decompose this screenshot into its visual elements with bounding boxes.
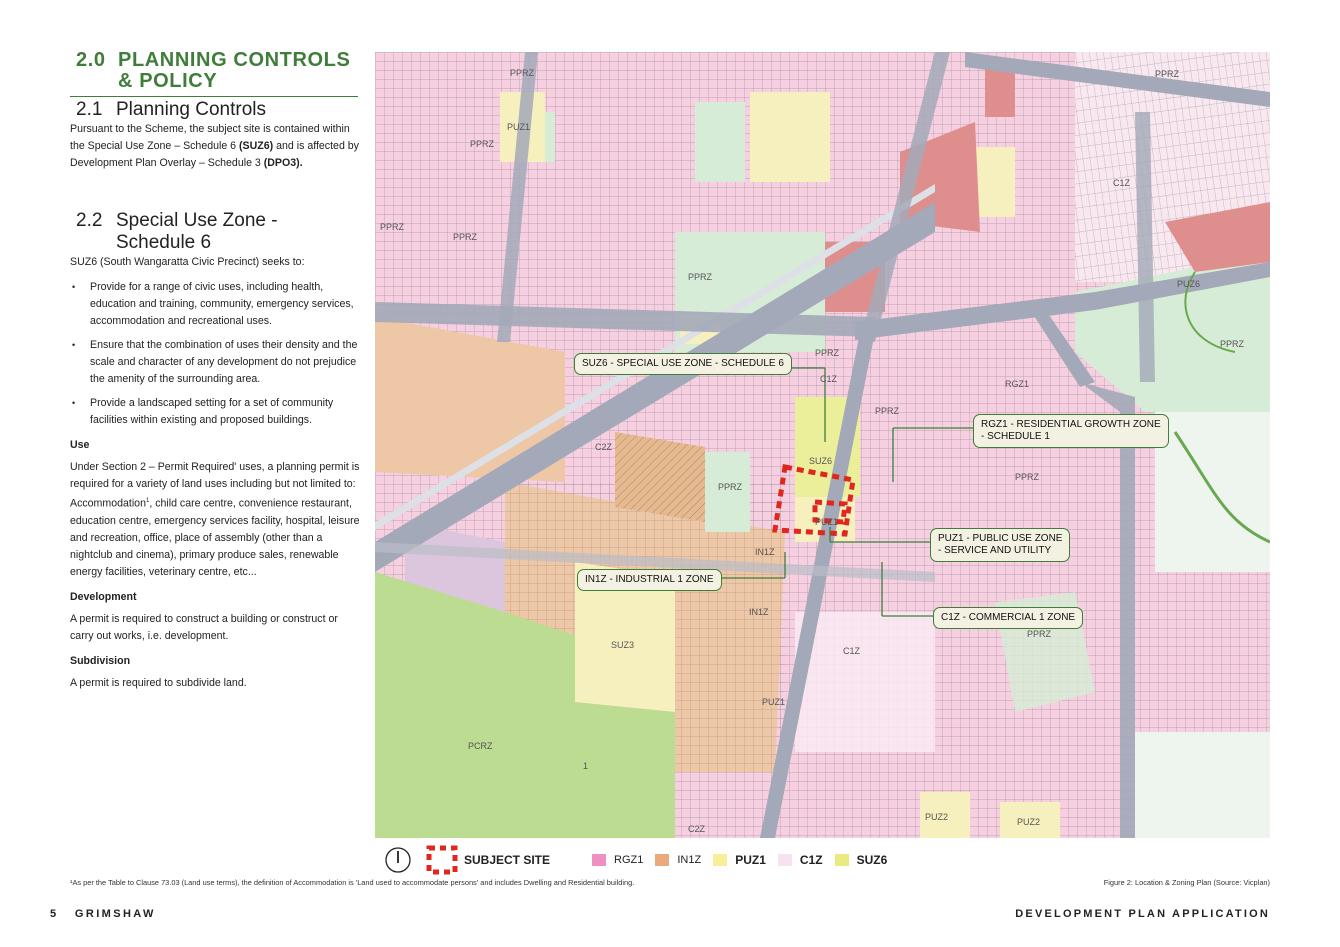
subsection-title: Planning Controls [116, 99, 266, 120]
figure-caption: Figure 2: Location & Zoning Plan (Source… [1103, 878, 1270, 887]
legend-item-in1z: IN1Z [655, 854, 701, 866]
map-label: C2Z [595, 442, 613, 452]
para-bold-dpo3: (DPO3). [263, 157, 303, 169]
callout-c1z: C1Z - COMMERCIAL 1 ZONE [933, 607, 1084, 629]
para-bold-suz6: (SUZ6) [239, 140, 274, 152]
footnote: ¹As per the Table to Clause 73.03 (Land … [70, 878, 635, 887]
subdivision-heading: Subdivision [70, 654, 131, 667]
map-label: PPRZ [1027, 629, 1052, 639]
map-label: PCRZ [468, 741, 493, 751]
list-item: Provide a landscaped setting for a set o… [70, 395, 360, 429]
map-label: C1Z [1113, 178, 1131, 188]
use-heading: Use [70, 439, 90, 451]
page-number: 5 [50, 908, 59, 920]
list-item: Provide for a range of civic uses, inclu… [70, 279, 360, 330]
map-label: RGZ1 [1005, 379, 1029, 389]
map-label: PPRZ [688, 272, 713, 282]
north-arrow-icon [385, 847, 411, 873]
legend-label: SUZ6 [856, 853, 888, 867]
callout-rgz1: RGZ1 - RESIDENTIAL GROWTH ZONE - SCHEDUL… [973, 414, 1169, 448]
footer-left: 5 GRIMSHAW [50, 908, 156, 920]
map-label: PPRZ [470, 139, 495, 149]
map-label: PPRZ [875, 406, 900, 416]
section-title-line1: PLANNING CONTROLS [118, 49, 351, 71]
callout-in1z: IN1Z - INDUSTRIAL 1 ZONE [577, 569, 722, 591]
section-rule [70, 96, 358, 97]
map-label: PUZ1 [762, 697, 785, 707]
map-label: SUZ3 [611, 640, 634, 650]
legend-swatch [777, 854, 792, 866]
map-label: PPRZ [510, 68, 535, 78]
legend-label: PUZ1 [735, 853, 766, 867]
subsection-heading-2-1: 2.1 Planning Controls [76, 99, 360, 121]
section-title-line2: & POLICY [118, 70, 218, 92]
callout-line: RGZ1 - RESIDENTIAL GROWTH ZONE [981, 419, 1161, 430]
map-legend: SUBJECT SITE RGZ1 IN1Z PUZ1 C1Z SUZ6 [384, 845, 899, 875]
section-heading: 2.0 PLANNING CONTROLS & POLICY [76, 50, 360, 92]
zoning-map: PPRZ PUZ1 PPRZ PPRZ PPRZ PPRZ C1Z PPRZ P… [375, 52, 1270, 838]
legend-item-rgz1: RGZ1 [592, 854, 643, 866]
list-item: Ensure that the combination of uses thei… [70, 337, 360, 388]
subsection-title-line1: Special Use Zone - [116, 210, 278, 231]
use-paragraph: Under Section 2 – Permit Required' uses,… [70, 459, 360, 581]
map-label: C1Z [843, 646, 861, 656]
callout-line: - SCHEDULE 1 [981, 431, 1050, 442]
map-label: C2Z [688, 824, 706, 834]
subsection-title-line2: Schedule 6 [116, 232, 212, 253]
map-label: PUZ6 [1177, 279, 1200, 289]
map-label: PPRZ [380, 222, 405, 232]
legend-item-puz1: PUZ1 [713, 853, 766, 867]
development-paragraph: A permit is required to construct a buil… [70, 612, 338, 642]
document-title: DEVELOPMENT PLAN APPLICATION [1015, 908, 1270, 920]
map-label: PPRZ [815, 348, 840, 358]
callout-puz1: PUZ1 - PUBLIC USE ZONE - SERVICE AND UTI… [930, 528, 1071, 562]
legend-item-suz6: SUZ6 [834, 853, 888, 867]
map-label: IN1Z [755, 547, 775, 557]
map-label: PPRZ [718, 482, 743, 492]
objectives-list: Provide for a range of civic uses, inclu… [70, 279, 360, 429]
legend-item-subject-site: SUBJECT SITE [426, 845, 550, 875]
map-label: 1 [583, 761, 588, 771]
legend-swatch [655, 854, 670, 866]
suz6-intro: SUZ6 (South Wangaratta Civic Precinct) s… [70, 256, 305, 268]
map-label: PUZ2 [925, 812, 948, 822]
callout-line: - SERVICE AND UTILITY [938, 545, 1052, 556]
map-label: PUZ2 [1017, 817, 1040, 827]
legend-item-c1z: C1Z [777, 853, 823, 867]
subject-site-swatch-icon [426, 845, 458, 875]
subsection-number: 2.1 [76, 99, 103, 120]
callout-line: PUZ1 - PUBLIC USE ZONE [938, 533, 1063, 544]
map-label: PPRZ [1155, 69, 1180, 79]
planning-controls-paragraph: Pursuant to the Scheme, the subject site… [70, 121, 360, 172]
subsection-heading-2-2: 2.2 Special Use Zone - Schedule 6 [76, 210, 360, 254]
legend-label: RGZ1 [614, 854, 644, 866]
subdivision-paragraph: A permit is required to subdivide land. [70, 676, 247, 689]
map-label: IN1Z [749, 607, 769, 617]
legend-label: C1Z [799, 853, 823, 867]
text-column: 2.0 PLANNING CONTROLS & POLICY 2.1 Plann… [70, 50, 360, 692]
subsection-number: 2.2 [76, 210, 103, 231]
legend-swatch [592, 854, 607, 866]
callout-suz6: SUZ6 - SPECIAL USE ZONE - SCHEDULE 6 [574, 353, 792, 375]
legend-label: SUBJECT SITE [464, 853, 551, 867]
legend-swatch [834, 854, 849, 866]
legend-swatch [713, 854, 728, 866]
map-label: SUZ6 [809, 456, 832, 466]
map-label: C1Z [820, 374, 838, 384]
map-label: PPRZ [1015, 472, 1040, 482]
development-heading: Development [70, 590, 137, 603]
map-label: PPRZ [1220, 339, 1245, 349]
map-label: PUZ1 [815, 517, 838, 527]
map-label: PUZ1 [507, 122, 530, 132]
legend-label: IN1Z [677, 854, 702, 866]
brand-name: GRIMSHAW [74, 908, 156, 920]
map-label: PPRZ [453, 232, 478, 242]
section-number: 2.0 [76, 49, 106, 71]
